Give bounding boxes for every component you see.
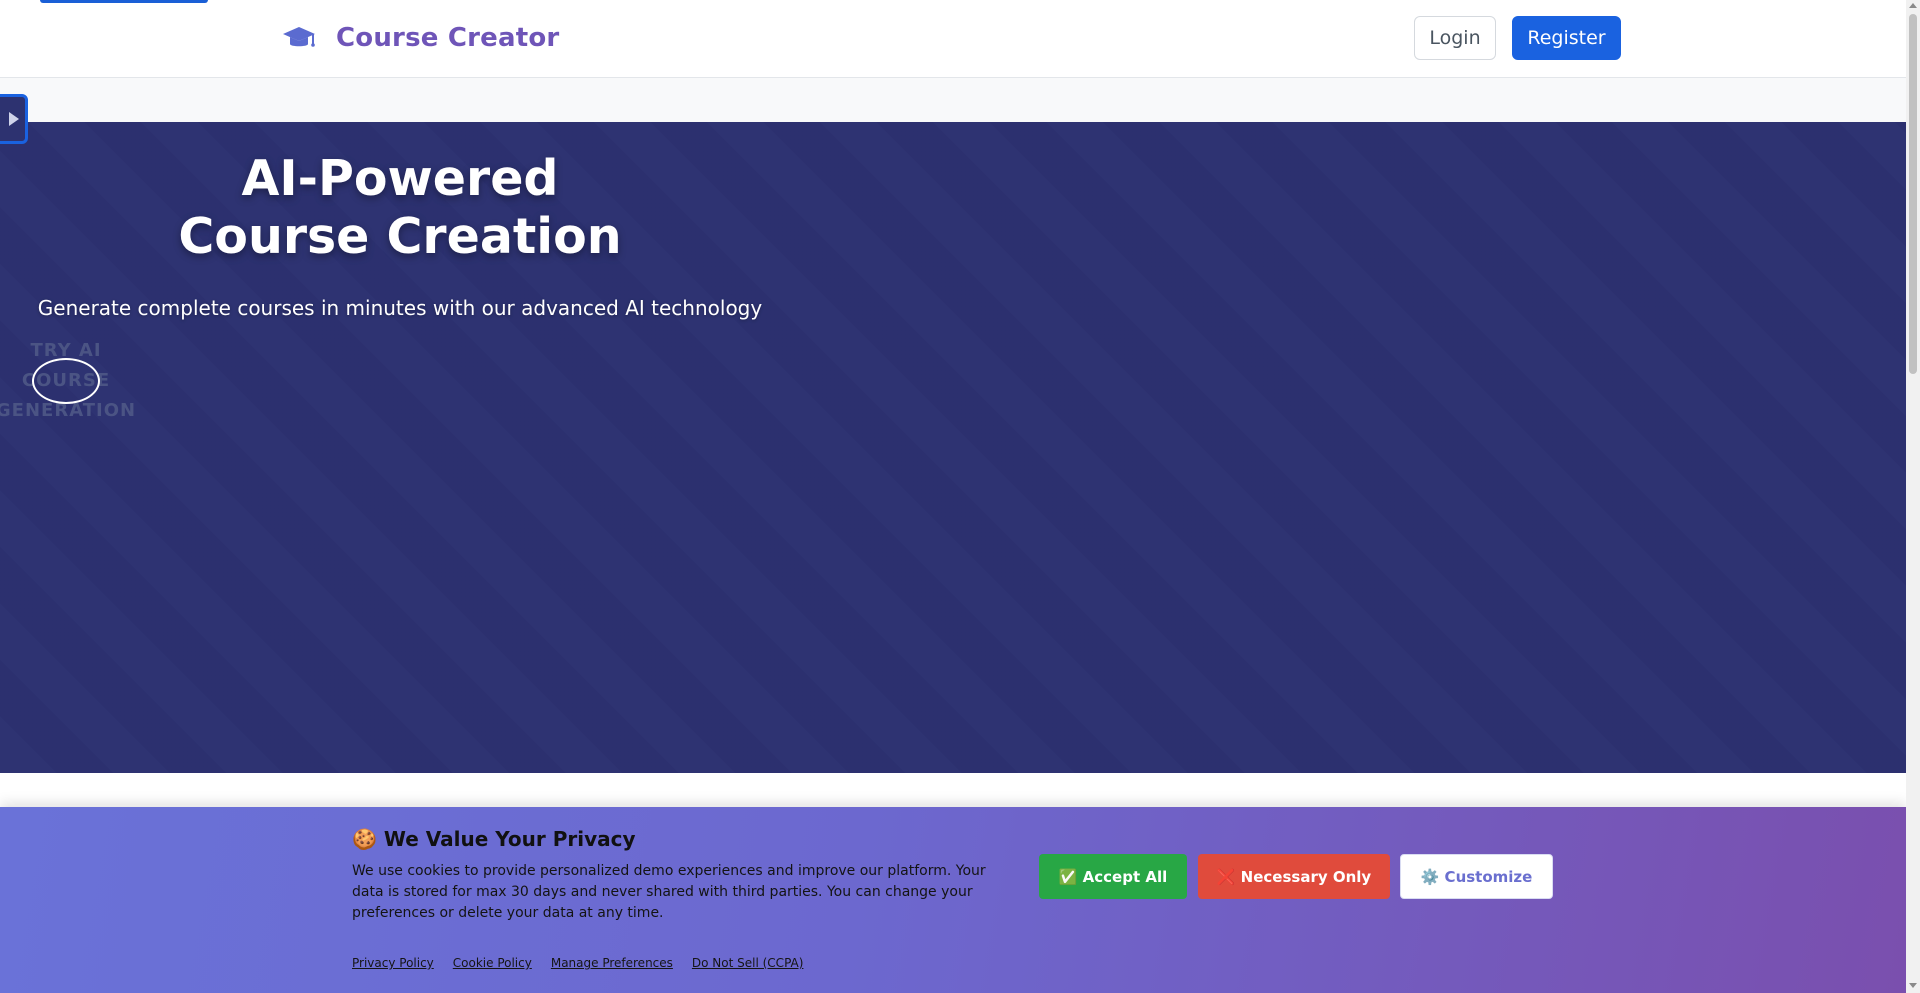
cookie-banner-title: 🍪 We Value Your Privacy (352, 827, 636, 851)
brand-link[interactable]: Course Creator (282, 18, 559, 58)
hero-section: AI-Powered Course Creation Generate comp… (0, 122, 1906, 773)
cookie-consent-banner: 🍪 We Value Your Privacy We use cookies t… (0, 807, 1906, 993)
vertical-scrollbar[interactable] (1906, 0, 1920, 993)
customize-button[interactable]: ⚙️ Customize (1400, 854, 1553, 899)
hero-title-line2: Course Creation (178, 208, 622, 265)
content-band (0, 773, 1906, 807)
login-button[interactable]: Login (1414, 16, 1496, 60)
accept-all-button[interactable]: ✅ Accept All (1039, 854, 1187, 899)
cookie-links: Privacy Policy Cookie Policy Manage Pref… (352, 956, 803, 970)
do-not-sell-link[interactable]: Do Not Sell (CCPA) (692, 956, 804, 970)
chevron-right-icon (9, 112, 19, 126)
hero-subtitle: Generate complete courses in minutes wit… (37, 296, 763, 320)
scroll-up-arrow-icon[interactable] (1909, 3, 1917, 8)
register-button[interactable]: Register (1512, 16, 1621, 60)
cookie-banner-text: We use cookies to provide personalized d… (352, 863, 986, 921)
necessary-only-button[interactable]: ❌ Necessary Only (1198, 854, 1390, 899)
sub-header-strip (0, 78, 1906, 122)
scroll-down-arrow-icon[interactable] (1909, 983, 1917, 988)
hero-title: AI-Powered Course Creation (0, 150, 800, 266)
brand-name: Course Creator (336, 23, 560, 53)
hero-title-line1: AI-Powered (241, 150, 559, 207)
scrollbar-thumb[interactable] (1909, 14, 1917, 374)
navbar: Course Creator Login Register (0, 0, 1906, 78)
sidebar-toggle-button[interactable] (0, 94, 28, 144)
privacy-policy-link[interactable]: Privacy Policy (352, 956, 434, 970)
graduation-cap-icon (283, 27, 315, 47)
skip-link-remnant[interactable] (40, 0, 208, 3)
cookie-policy-link[interactable]: Cookie Policy (453, 956, 532, 970)
manage-preferences-link[interactable]: Manage Preferences (551, 956, 673, 970)
cursor-highlight-ring (32, 358, 100, 404)
